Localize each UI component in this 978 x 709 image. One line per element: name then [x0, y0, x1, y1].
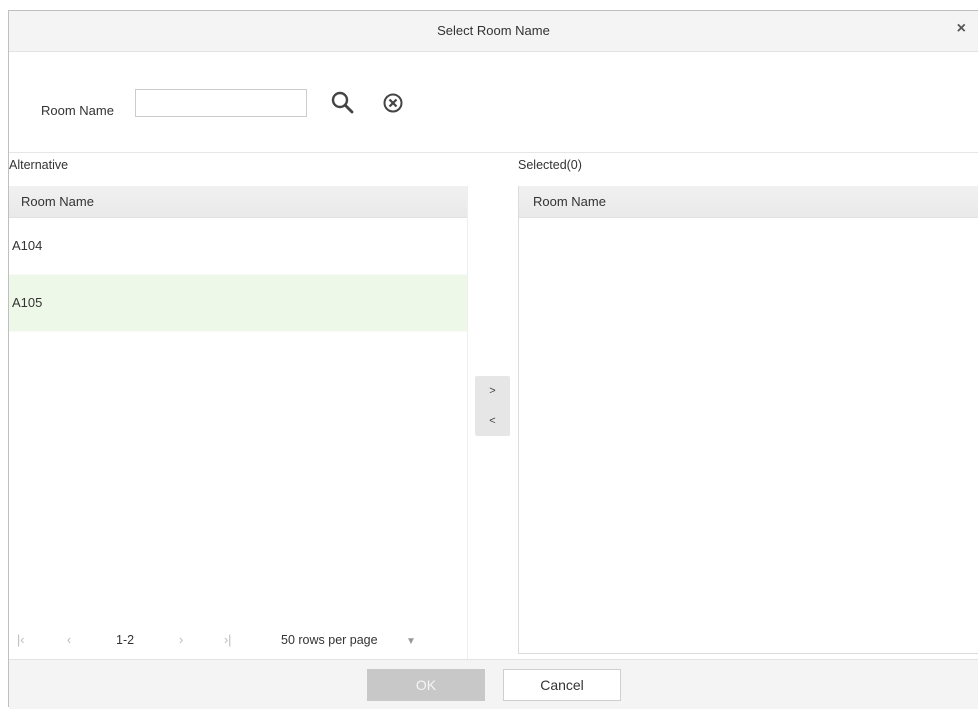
room-name-search-input[interactable] — [135, 89, 307, 117]
search-bar: Room Name — [9, 52, 978, 153]
close-icon[interactable]: × — [957, 21, 966, 37]
pagination: |‹ ‹ 1-2 › ›| 50 rows per page ▼ — [9, 620, 467, 660]
move-left-button[interactable]: < — [475, 406, 510, 436]
search-icon[interactable] — [329, 89, 357, 117]
chevron-down-icon[interactable]: ▼ — [406, 636, 416, 647]
dialog-footer: OK Cancel — [9, 659, 978, 709]
alternative-column-header[interactable]: Room Name — [9, 186, 467, 218]
selected-column-header[interactable]: Room Name — [519, 186, 978, 218]
next-page-button[interactable]: › — [179, 633, 183, 647]
search-label: Room Name — [41, 103, 114, 118]
clear-circle-icon[interactable] — [379, 89, 407, 117]
last-page-button[interactable]: ›| — [224, 633, 231, 647]
cancel-button[interactable]: Cancel — [503, 669, 621, 701]
alternative-grid: Room Name A104 A105 — [9, 186, 468, 660]
dialog-title: Select Room Name — [437, 23, 550, 38]
selected-header: Selected(0) — [518, 158, 582, 172]
page-range: 1-2 — [116, 633, 135, 647]
list-item[interactable]: A104 — [9, 218, 467, 275]
prev-page-button[interactable]: ‹ — [67, 633, 71, 647]
alternative-header: Alternative — [9, 158, 69, 172]
selected-grid: Room Name — [518, 186, 978, 654]
first-page-button[interactable]: |‹ — [17, 633, 24, 647]
dialog-titlebar: Select Room Name × — [9, 11, 978, 52]
ok-button[interactable]: OK — [367, 669, 485, 701]
list-item[interactable]: A105 — [9, 275, 467, 332]
select-room-dialog: Select Room Name × Room Name Alternative… — [8, 10, 978, 709]
move-right-button[interactable]: > — [475, 376, 510, 406]
transfer-controls: > < — [475, 376, 510, 436]
page-size-select[interactable]: 50 rows per page — [281, 633, 378, 647]
